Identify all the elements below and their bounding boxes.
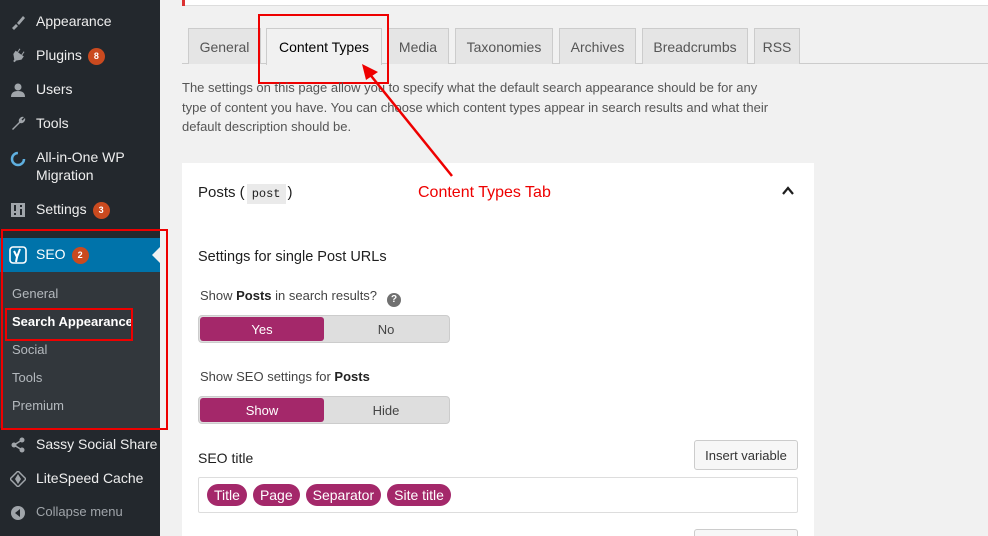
label-part: Show [200, 288, 237, 303]
sidebar-item-label: Collapse menu [36, 504, 123, 519]
panel-title-text: Posts ( [198, 184, 245, 201]
panel-title: Posts (post) [198, 184, 293, 204]
sidebar-item-settings[interactable]: Settings 3 [0, 200, 160, 220]
posts-settings-panel: Posts (post) Settings for single Post UR… [182, 163, 814, 536]
panel-title-end: ) [287, 184, 293, 201]
collapse-icon [8, 503, 28, 523]
toggle-show[interactable]: Show [200, 398, 324, 422]
insert-variable-button-partial[interactable] [694, 529, 798, 536]
sidebar-item-label: Sassy Social Share [36, 436, 158, 452]
post-type-code: post [246, 184, 286, 204]
insert-variable-button[interactable]: Insert variable [694, 440, 798, 470]
tab-taxonomies[interactable]: Taxonomies [455, 28, 553, 64]
toggle-no[interactable]: No [324, 317, 448, 341]
sidebar-item-all-in-one-migration[interactable]: All-in-One WP Migration [0, 148, 160, 184]
variable-pill[interactable]: Site title [387, 484, 451, 506]
variable-pill[interactable]: Separator [305, 484, 382, 506]
show-in-results-toggle[interactable]: Yes No [198, 315, 450, 343]
sidebar-item-sassy-social-share[interactable]: Sassy Social Share [0, 435, 160, 455]
litespeed-icon [8, 469, 28, 489]
toggle-hide[interactable]: Hide [324, 398, 448, 422]
sidebar-item-label: Plugins [36, 47, 82, 63]
seo-title-input[interactable]: Title Page Separator Site title [198, 477, 798, 513]
top-notice-box [182, 0, 988, 6]
sidebar-item-label: Appearance [36, 13, 112, 29]
sidebar-item-label: Settings [36, 201, 87, 217]
tab-breadcrumbs[interactable]: Breadcrumbs [642, 28, 748, 64]
show-seo-settings-toggle[interactable]: Show Hide [198, 396, 450, 424]
label-bold: Posts [334, 369, 370, 384]
variable-pill[interactable]: Page [252, 484, 300, 506]
tab-media[interactable]: Media [387, 28, 449, 64]
label-bold: Posts [236, 288, 272, 303]
sidebar-item-litespeed-cache[interactable]: LiteSpeed Cache [0, 469, 160, 489]
label-part: Show SEO settings for [200, 369, 335, 384]
plug-icon [8, 46, 28, 66]
sidebar-item-plugins[interactable]: Plugins 8 [0, 46, 160, 66]
label-part: in search results? [271, 288, 378, 303]
sidebar-item-appearance[interactable]: Appearance [0, 12, 160, 32]
variable-pill[interactable]: Title [207, 484, 247, 506]
sidebar-item-label: LiteSpeed Cache [36, 470, 144, 486]
sidebar-item-label: All-in-One WP Migration [36, 149, 125, 183]
sidebar-item-label: Users [36, 81, 73, 97]
user-icon [8, 80, 28, 100]
help-icon[interactable]: ? [387, 293, 402, 307]
sidebar-item-label: Tools [36, 115, 69, 131]
highlight-search-appearance [5, 308, 133, 341]
update-count-badge: 3 [92, 202, 110, 219]
tab-rss[interactable]: RSS [754, 28, 800, 64]
tab-general[interactable]: General [188, 28, 261, 64]
section-title: Settings for single Post URLs [198, 249, 387, 265]
page-description: The settings on this page allow you to s… [182, 80, 769, 134]
chevron-up-icon[interactable] [782, 185, 794, 197]
migration-icon [8, 149, 28, 169]
highlight-content-types-tab [258, 14, 389, 84]
show-in-results-label: Show Posts in search results?? [200, 288, 402, 307]
show-seo-settings-label: Show SEO settings for Posts [200, 369, 370, 384]
wrench-icon [8, 114, 28, 134]
annotation-label: Content Types Tab [418, 184, 551, 201]
notice-accent [182, 0, 185, 6]
update-count-badge: 8 [87, 48, 105, 65]
seo-title-label: SEO title [198, 450, 254, 466]
paintbrush-icon [8, 12, 28, 32]
tab-archives[interactable]: Archives [559, 28, 636, 64]
toggle-yes[interactable]: Yes [200, 317, 324, 341]
sidebar-item-users[interactable]: Users [0, 80, 160, 100]
share-icon [8, 435, 28, 455]
settings-icon [8, 200, 28, 220]
sidebar-item-tools[interactable]: Tools [0, 114, 160, 134]
collapse-menu-button[interactable]: Collapse menu [0, 503, 160, 523]
